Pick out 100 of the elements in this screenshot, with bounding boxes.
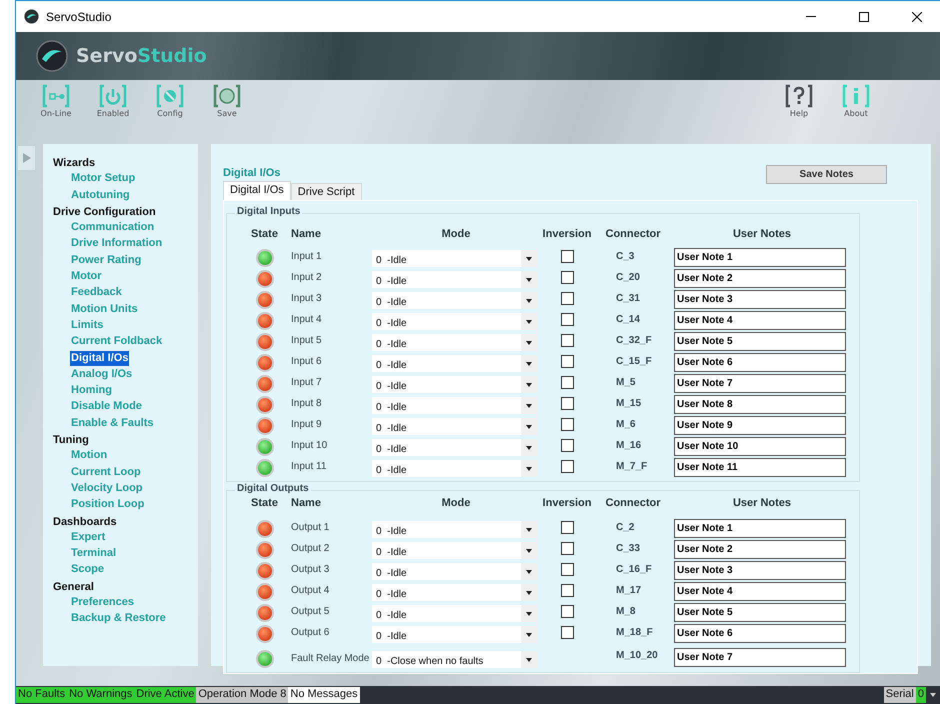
io-name: Output 4 [290,585,330,596]
column-header: Inversion [542,228,592,240]
inversion-checkbox[interactable] [560,542,574,555]
inversion-checkbox[interactable] [560,397,574,410]
page-title: Digital I/Os [223,167,280,179]
inversion-checkbox[interactable] [560,626,574,639]
toolbar-button[interactable]: Config [148,84,192,126]
mode-dropdown[interactable]: 0 -Idle [372,313,537,330]
connector-label: M_8 [615,606,636,617]
mode-dropdown[interactable]: 0 -Idle [372,292,537,309]
connector-label: M_7_F [615,461,648,472]
inversion-checkbox[interactable] [560,439,574,452]
mode-dropdown[interactable]: 0 -Idle [372,250,537,267]
inversion-checkbox[interactable] [560,605,574,618]
connector-label: M_15 [615,398,642,409]
connector-label: C_3 [615,251,636,262]
nav-group-title: Wizards [53,156,96,171]
close-icon [912,12,922,22]
io-name: Input 5 [290,335,323,346]
mode-dropdown[interactable]: 0 -Idle [372,460,537,477]
mode-dropdown[interactable]: 0 -Idle [372,271,537,288]
user-note-field[interactable]: User Note 5 [674,332,846,351]
nav-item[interactable]: Digital I/Os [70,350,130,366]
tab[interactable]: Drive Script [290,183,362,200]
mode-dropdown[interactable]: 0 -Idle [372,605,537,622]
user-note-field[interactable]: User Note 3 [674,290,846,309]
io-name: Output 3 [290,564,330,575]
connector-label: M_5 [615,377,636,388]
user-note-field[interactable]: User Note 8 [674,395,846,414]
caret-icon [526,320,532,324]
inversion-checkbox[interactable] [560,418,574,431]
user-note-field[interactable]: User Note 11 [674,458,846,477]
inversion-checkbox[interactable] [560,376,574,389]
connection-label: Serial [884,687,916,703]
io-name: Input 7 [290,377,323,388]
save-notes-button[interactable]: Save Notes [766,165,887,184]
inversion-checkbox[interactable] [560,271,574,284]
user-note-field[interactable]: User Note 10 [674,437,846,456]
tab[interactable]: Digital I/Os [223,181,291,200]
toolbar-button[interactable]: Help [777,84,821,126]
mode-dropdown[interactable]: 0 -Idle [372,542,537,559]
inversion-checkbox[interactable] [560,563,574,576]
inversion-checkbox[interactable] [560,460,574,473]
mode-dropdown[interactable]: 0 -Close when no faults [372,651,537,668]
connection-count: 0 [916,687,926,703]
caret-icon [526,612,532,616]
user-note-field[interactable]: User Note 7 [674,374,846,393]
caret-icon [526,256,532,260]
toolbar-button[interactable]: Enabled [91,84,135,126]
inversion-checkbox[interactable] [560,355,574,368]
user-note-field[interactable]: User Note 1 [674,519,846,538]
io-name: Input 9 [290,419,323,430]
mode-dropdown[interactable]: 0 -Idle [372,376,537,393]
user-note-field[interactable]: User Note 4 [674,311,846,330]
inversion-checkbox[interactable] [560,584,574,597]
user-note-field[interactable]: User Note 6 [674,353,846,372]
connector-label: C_33 [615,543,641,554]
column-header: Name [290,228,322,240]
mode-dropdown[interactable]: 0 -Idle [372,355,537,372]
mode-dropdown[interactable]: 0 -Idle [372,397,537,414]
column-header: Name [290,497,322,509]
user-note-field[interactable]: User Note 1 [674,248,846,267]
user-note-field[interactable]: User Note 4 [674,582,846,601]
user-note-field[interactable]: User Note 2 [674,540,846,559]
caret-icon [526,424,532,428]
user-note-field[interactable]: User Note 5 [674,603,846,622]
mode-dropdown[interactable]: 0 -Idle [372,418,537,435]
inversion-checkbox[interactable] [560,250,574,263]
io-name: Fault Relay Mode [290,653,370,664]
io-name: Input 8 [290,398,323,409]
inversion-checkbox[interactable] [560,334,574,347]
user-note-field[interactable]: User Note 6 [674,624,846,643]
mode-dropdown[interactable]: 0 -Idle [372,439,537,456]
io-name: Input 10 [290,440,328,451]
inversion-checkbox[interactable] [560,292,574,305]
mode-dropdown[interactable]: 0 -Idle [372,626,537,643]
mode-dropdown[interactable]: 0 -Idle [372,563,537,580]
user-note-field[interactable]: User Note 3 [674,561,846,580]
expand-icon [22,153,30,163]
toolbar-button[interactable]: About [834,84,878,126]
status-item: No Warnings [67,687,134,703]
mode-dropdown[interactable]: 0 -Idle [372,334,537,351]
power-icon [99,84,127,108]
minimize-icon [806,16,816,18]
maximize-icon [859,12,869,22]
user-note-field[interactable]: User Note 2 [674,269,846,288]
column-header: State [250,497,279,509]
toolbar-button[interactable]: On-Line [34,84,78,126]
mode-dropdown[interactable]: 0 -Idle [372,521,537,538]
toolbar-button[interactable]: Save [205,84,249,126]
inversion-checkbox[interactable] [560,313,574,326]
column-header: Mode [440,228,472,240]
caret-icon [526,340,532,344]
inversion-checkbox[interactable] [560,521,574,534]
user-note-field[interactable]: User Note 7 [674,648,846,667]
caret-icon [526,590,532,594]
user-note-field[interactable]: User Note 9 [674,416,846,435]
connector-label: C_15_F [615,356,653,367]
caret-icon [526,382,532,386]
mode-dropdown[interactable]: 0 -Idle [372,584,537,601]
